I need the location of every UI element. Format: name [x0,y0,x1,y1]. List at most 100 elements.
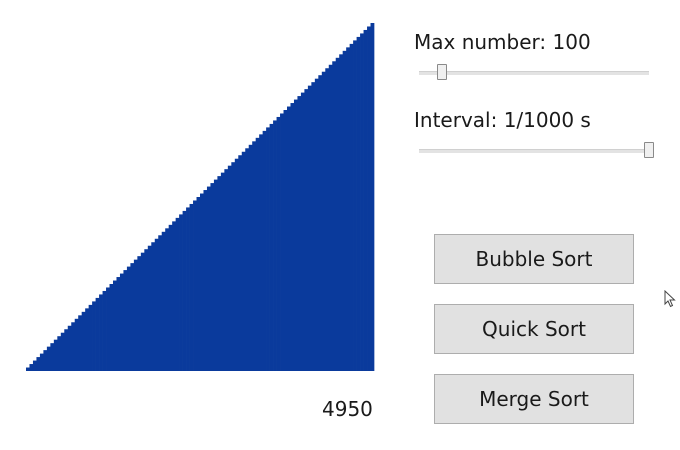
sort-bar [297,96,302,371]
sort-bar [346,47,350,372]
sort-bar [144,249,149,371]
sort-bar [130,263,135,371]
sort-bar [116,277,121,371]
sort-bar [200,193,204,371]
sort-bar [64,329,69,371]
sort-bar [43,350,48,371]
sort-bar [213,179,218,371]
sort-bar [304,89,309,372]
sort-bar [300,92,305,371]
interval-label: Interval: 1/1000 s [414,108,591,132]
sort-bar [168,224,173,371]
sort-bar [318,75,323,371]
sort-bar [172,221,176,371]
sort-bar [342,50,347,372]
sort-bar [32,360,37,371]
sort-bar [227,165,232,371]
sort-bar [36,357,41,371]
sort-bar [328,64,333,371]
sort-bar [360,33,364,371]
sort-bar [356,36,361,372]
sort-bar [339,54,344,371]
sort-bar [126,266,131,371]
sort-bar [363,29,368,372]
sort-bar [224,169,229,371]
sort-bar [259,134,263,371]
sort-bar [280,113,284,371]
sort-bar [370,23,375,371]
sort-bar [252,141,257,371]
sort-bar [53,339,58,371]
sort-bar [231,162,236,371]
sort-bar [67,325,72,371]
sort-bar [113,280,117,371]
sort-bar [290,103,295,371]
sort-bar [269,123,274,371]
sort-bar [109,284,114,371]
interval-slider[interactable] [419,141,654,161]
sort-bar [206,186,211,371]
sort-bar [241,151,246,371]
sort-bar [273,120,277,371]
merge-sort-button[interactable]: Merge Sort [434,374,634,424]
sort-bar [196,197,201,371]
sort-bar [123,270,128,371]
sort-bar [293,99,298,371]
sort-bar [266,127,270,372]
sort-bar [158,235,163,371]
sort-bar [154,238,159,371]
sort-bar [85,308,89,371]
mouse-pointer-icon [664,290,676,308]
sort-bar [78,315,83,371]
sort-bar [50,343,55,371]
sort-bar [283,110,288,371]
sort-bar [353,40,357,372]
sort-bar [367,26,371,371]
sort-bar [140,252,145,371]
sort-bar [248,144,253,371]
sort-bar [321,71,326,371]
max-number-label: Max number: 100 [414,30,591,54]
sort-bar [102,290,107,371]
sort-bar [245,148,250,371]
sort-bar [57,336,62,371]
sort-bar [74,318,79,371]
sort-bar [335,57,340,372]
sort-bar [311,82,316,371]
sort-bar [137,256,142,371]
sort-bar [29,364,34,371]
sort-bar [147,245,152,371]
sort-bar [26,367,30,371]
sort-bar [193,200,197,371]
sort-bar [217,176,222,371]
sort-bar [332,61,337,371]
sort-bar [92,301,96,371]
sort-bar [255,137,260,371]
sort-bar [71,322,76,371]
slider-thumb[interactable] [437,64,447,80]
sort-bar [203,190,208,371]
sort-bar [220,172,225,371]
comparison-count: 4950 [322,397,373,421]
slider-track[interactable] [419,71,649,75]
sort-bar [151,242,156,371]
sort-bar [186,207,190,371]
sort-bar [161,231,166,371]
slider-thumb[interactable] [644,142,654,158]
sort-bar [99,294,103,371]
sort-bar [189,203,194,371]
sort-bar [133,259,138,371]
sort-bar [60,332,65,371]
bubble-sort-button[interactable]: Bubble Sort [434,234,634,284]
quick-sort-button[interactable]: Quick Sort [434,304,634,354]
sort-bar [179,214,183,371]
sort-bar [276,116,281,372]
sort-bar [119,273,124,371]
sort-bar [349,43,354,371]
sort-bar [234,158,239,371]
sort-bar [307,85,312,371]
sort-bar [210,183,215,371]
max-number-slider[interactable] [419,63,649,83]
sort-bar [175,217,180,371]
slider-track[interactable] [419,149,649,153]
